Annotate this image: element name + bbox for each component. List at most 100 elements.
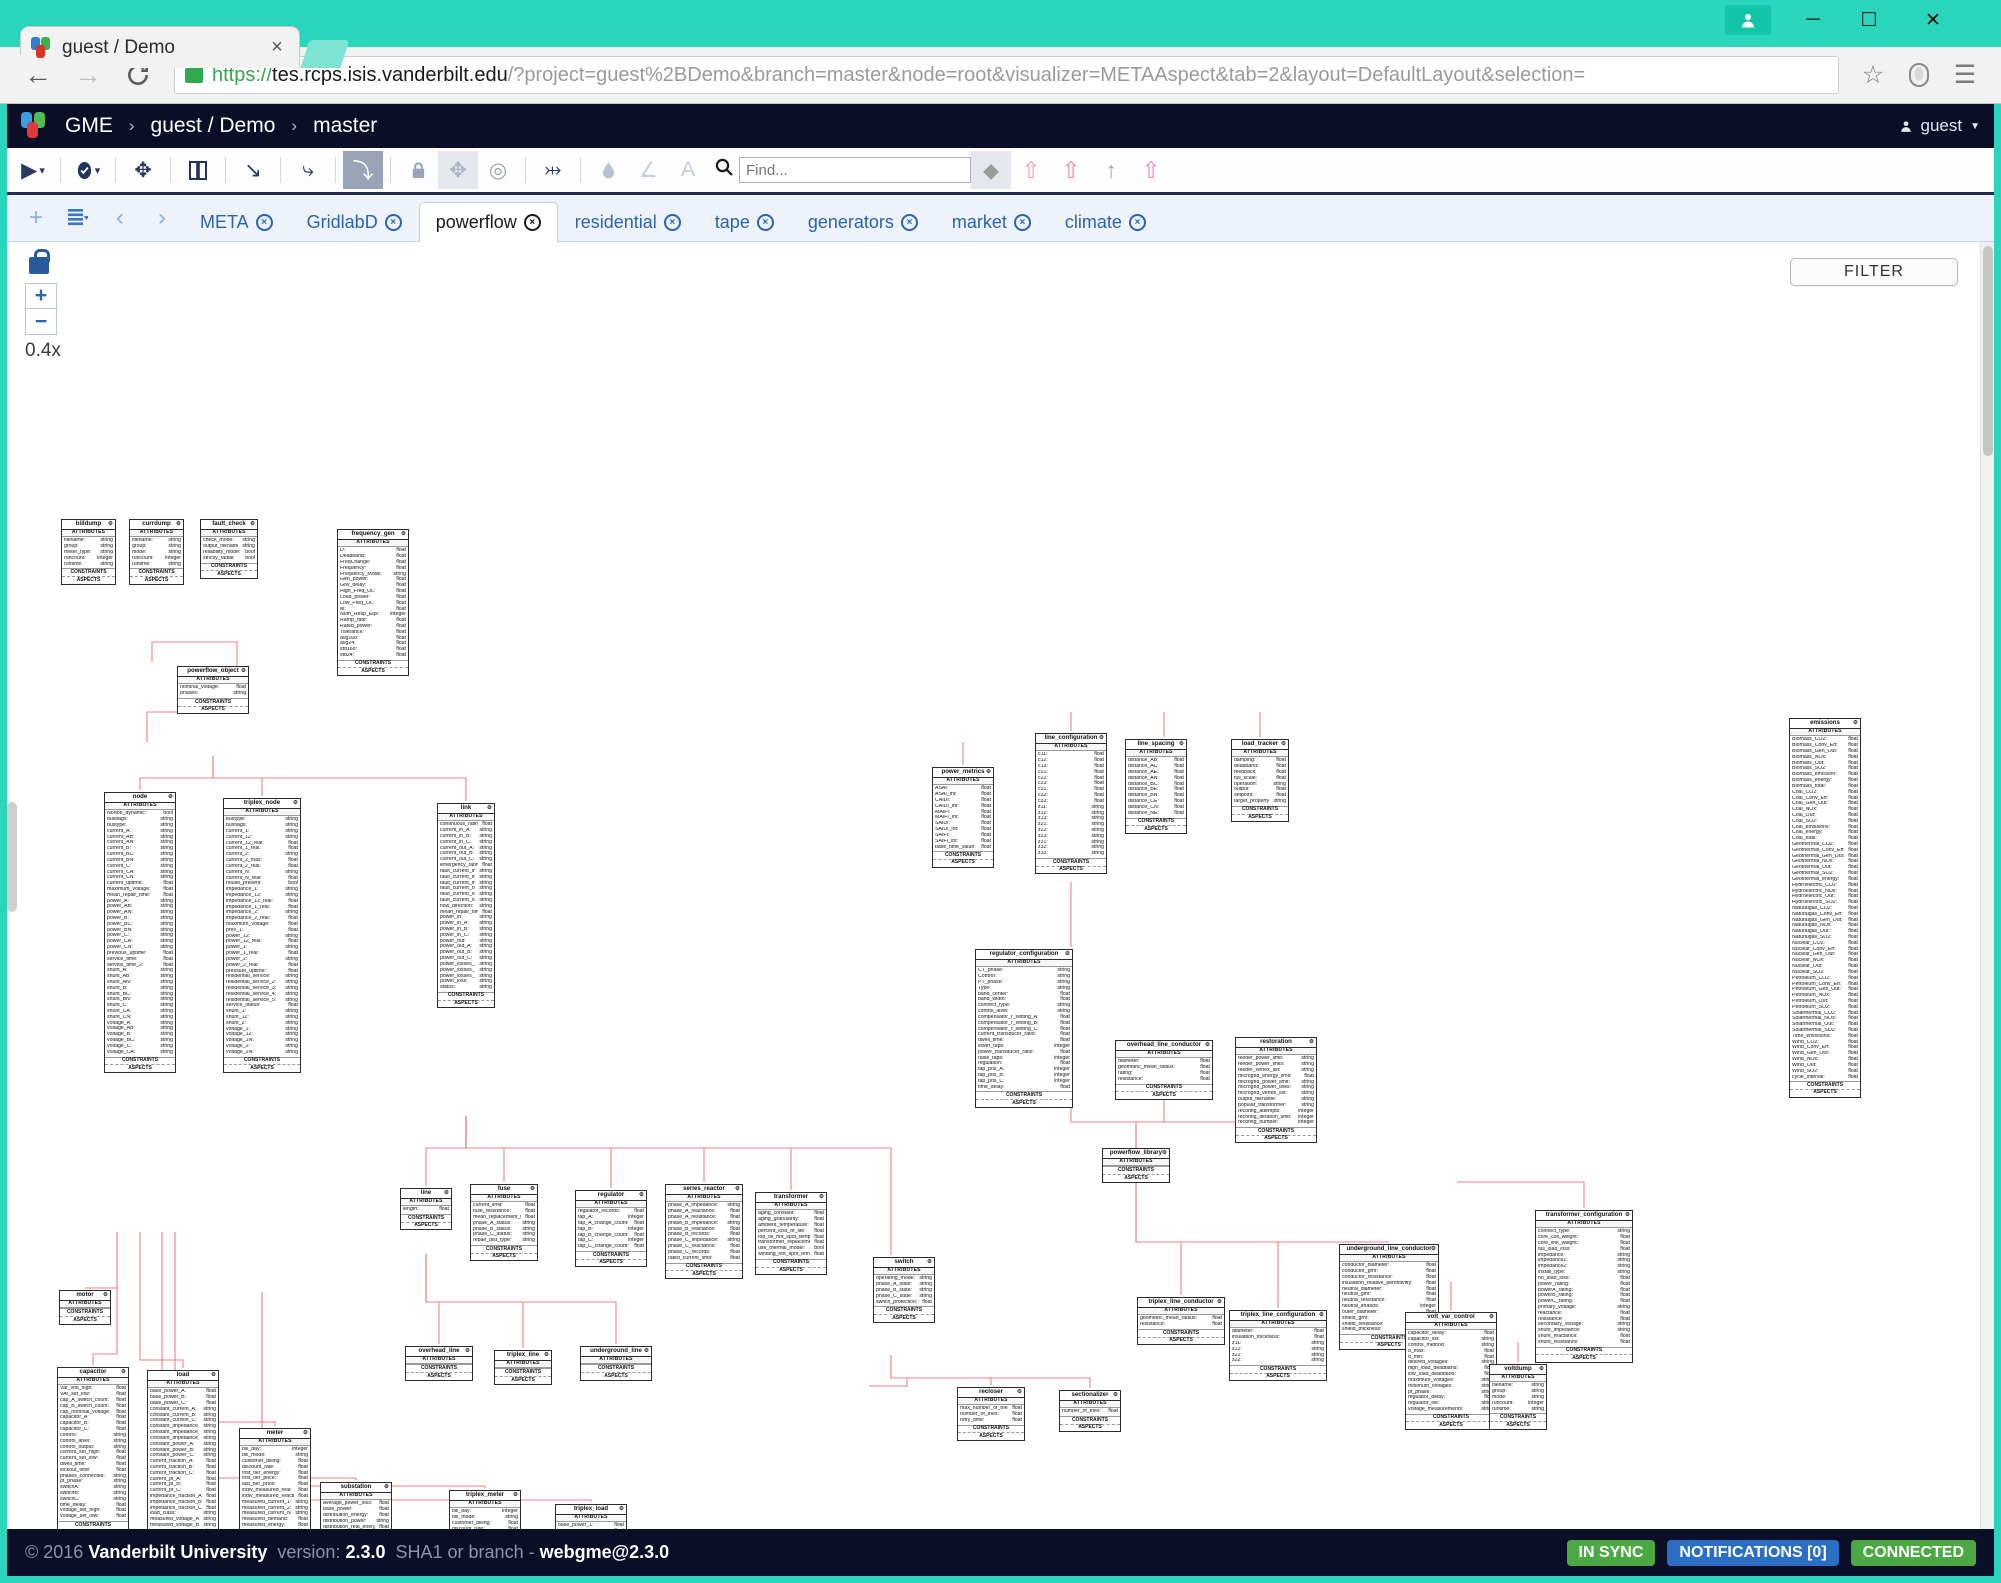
- tab-residential[interactable]: residential×: [558, 203, 698, 241]
- gear-icon[interactable]: ⚙: [250, 521, 255, 527]
- move-icon[interactable]: ✥: [438, 151, 478, 189]
- add-tab-button[interactable]: +: [15, 198, 57, 238]
- zoom-out-button[interactable]: −: [25, 309, 57, 335]
- model-box-volt_var_control[interactable]: volt_var_control⚙ATTRIBUTEScapacitor_del…: [1405, 1312, 1497, 1430]
- gear-icon[interactable]: ⚙: [1113, 1392, 1118, 1398]
- pin-red-outline-icon[interactable]: ⇧: [1011, 151, 1051, 189]
- status-badge-notifications-0[interactable]: NOTIFICATIONS [0]: [1667, 1540, 1838, 1566]
- border-color-icon[interactable]: ∠: [628, 151, 668, 189]
- gear-icon[interactable]: ⚙: [644, 1348, 649, 1354]
- tab-gridlabd[interactable]: GridlabD×: [290, 203, 419, 241]
- window-close-button[interactable]: ✕: [1905, 0, 1961, 40]
- gear-icon[interactable]: ⚙: [108, 521, 113, 527]
- tab-tape[interactable]: tape×: [698, 203, 791, 241]
- gear-icon[interactable]: ⚙: [1205, 1042, 1210, 1048]
- breadcrumb-branch[interactable]: master: [313, 114, 377, 138]
- model-box-regulator[interactable]: regulator⚙ATTRIBUTESregulator_records:fl…: [575, 1190, 647, 1267]
- model-box-regulator_configuration[interactable]: regulator_configuration⚙ATTRIBUTESCT_pha…: [975, 949, 1073, 1108]
- model-box-transformer[interactable]: transformer⚙ATTRIBUTESaging_constant:flo…: [755, 1192, 827, 1275]
- window-maximize-button[interactable]: ☐: [1841, 0, 1897, 40]
- status-badge-in-sync[interactable]: IN SYNC: [1567, 1540, 1656, 1566]
- model-box-triplex_line_configuration[interactable]: triplex_line_configuration⚙ATTRIBUTESdia…: [1229, 1310, 1327, 1381]
- gear-icon[interactable]: ⚙: [1162, 1150, 1167, 1156]
- gear-icon[interactable]: ⚙: [1065, 951, 1070, 957]
- gear-icon[interactable]: ⚙: [1431, 1246, 1436, 1252]
- model-box-load_tracker[interactable]: load_tracker⚙ATTRIBUTESdamping:floatdead…: [1231, 739, 1289, 822]
- gear-icon[interactable]: ⚙: [465, 1348, 470, 1354]
- tab-close-icon[interactable]: ×: [265, 36, 289, 59]
- visibility-icon[interactable]: ◎: [478, 151, 518, 189]
- pin-grey-icon[interactable]: ⬥: [971, 151, 1011, 189]
- search-input[interactable]: [739, 157, 971, 183]
- tab-close-icon[interactable]: ×: [1014, 214, 1031, 231]
- model-box-fault_check[interactable]: fault_check⚙ATTRIBUTEScheck_mode:stringo…: [200, 519, 258, 579]
- text-color-icon[interactable]: A: [668, 151, 708, 189]
- tab-generators[interactable]: generators×: [791, 203, 935, 241]
- model-box-transformer_configuration[interactable]: transformer_configuration⚙ATTRIBUTESconn…: [1535, 1210, 1633, 1363]
- model-box-triplex_line[interactable]: triplex_line⚙ATTRIBUTESCONSTRAINTSASPECT…: [494, 1350, 552, 1385]
- filter-button[interactable]: FILTER: [1790, 258, 1958, 286]
- gear-icon[interactable]: ⚙: [1853, 720, 1858, 726]
- canvas-vertical-scrollbar[interactable]: [1980, 242, 1994, 1529]
- model-box-sectionalizer[interactable]: sectionalizer⚙ATTRIBUTESnumber_of_tries:…: [1059, 1390, 1121, 1432]
- gear-icon[interactable]: ⚙: [487, 805, 492, 811]
- model-box-frequency_gen[interactable]: frequency_gen⚙ATTRIBUTESD:floatDeadband:…: [337, 529, 409, 676]
- prev-tab-button[interactable]: ‹: [99, 198, 141, 238]
- gear-icon[interactable]: ⚙: [1017, 1389, 1022, 1395]
- model-box-billdump[interactable]: billdump⚙ATTRIBUTESfilename:stringgroup:…: [61, 519, 116, 585]
- gear-icon[interactable]: ⚙: [639, 1192, 644, 1198]
- gear-icon[interactable]: ⚙: [1319, 1312, 1324, 1318]
- run-dropdown-button[interactable]: ▶▾: [13, 151, 53, 189]
- model-box-meter[interactable]: meter⚙ATTRIBUTESbill_day:integerbill_mod…: [239, 1428, 311, 1529]
- gear-icon[interactable]: ⚙: [1217, 1299, 1222, 1305]
- padlock-icon[interactable]: [29, 257, 49, 274]
- check-dropdown-button[interactable]: ▾: [68, 151, 108, 189]
- model-box-substation[interactable]: substation⚙ATTRIBUTESaverage_power_loss:…: [320, 1482, 392, 1529]
- tab-powerflow[interactable]: powerflow×: [419, 202, 558, 242]
- gear-icon[interactable]: ⚙: [1625, 1212, 1630, 1218]
- gear-icon[interactable]: ⚙: [513, 1492, 518, 1498]
- model-box-triplex_line_conductor[interactable]: triplex_line_conductor⚙ATTRIBUTESgeometr…: [1137, 1297, 1225, 1345]
- gear-icon[interactable]: ⚙: [1489, 1314, 1494, 1320]
- gear-icon[interactable]: ⚙: [444, 1190, 449, 1196]
- window-minimize-button[interactable]: ─: [1785, 0, 1841, 40]
- tab-close-icon[interactable]: ×: [385, 214, 402, 231]
- tab-close-icon[interactable]: ×: [524, 214, 541, 231]
- window-user-icon[interactable]: [1725, 5, 1771, 35]
- tab-list-button[interactable]: [57, 198, 99, 238]
- autolayout-icon[interactable]: ✥: [123, 151, 163, 189]
- pin-blue-icon[interactable]: ↑: [1091, 151, 1131, 189]
- gear-icon[interactable]: ⚙: [303, 1430, 308, 1436]
- pin-pink-icon[interactable]: ⇧: [1131, 151, 1171, 189]
- gear-icon[interactable]: ⚙: [103, 1292, 108, 1298]
- model-box-recloser[interactable]: recloser⚙ATTRIBUTESmax_number_of_tries:f…: [957, 1387, 1025, 1441]
- tab-close-icon[interactable]: ×: [757, 214, 774, 231]
- model-box-triplex_node[interactable]: triplex_node⚙ATTRIBUTESbustype:stringbus…: [223, 798, 301, 1073]
- tab-close-icon[interactable]: ×: [664, 214, 681, 231]
- model-box-motor[interactable]: motor⚙ATTRIBUTESCONSTRAINTSASPECTS: [59, 1290, 111, 1325]
- model-canvas[interactable]: + − 0.4x FILTER: [7, 242, 1994, 1529]
- gear-icon[interactable]: ⚙: [1179, 741, 1184, 747]
- model-box-powerflow_object[interactable]: powerflow_object⚙ATTRIBUTESnominal_volta…: [177, 666, 249, 714]
- line-connection-icon[interactable]: ↘: [233, 151, 273, 189]
- model-box-node[interactable]: node⚙ATTRIBUTESNorton_dynamic:boolbusfla…: [104, 792, 176, 1073]
- model-box-currdump[interactable]: currdump⚙ATTRIBUTESfilename:stringgroup:…: [129, 519, 184, 585]
- gear-icon[interactable]: ⚙: [384, 1484, 389, 1490]
- gear-icon[interactable]: ⚙: [619, 1506, 624, 1512]
- fill-color-icon[interactable]: [588, 151, 628, 189]
- browser-tab[interactable]: guest / Demo ×: [20, 26, 300, 68]
- model-box-underground_line[interactable]: underground_line⚙ATTRIBUTESCONSTRAINTSAS…: [580, 1346, 652, 1381]
- gear-icon[interactable]: ⚙: [293, 800, 298, 806]
- scrollbar-thumb[interactable]: [1983, 246, 1993, 456]
- model-box-voltdump[interactable]: voltdump⚙ATTRIBUTESfilename:stringgroup:…: [1489, 1364, 1547, 1430]
- gear-icon[interactable]: ⚙: [530, 1186, 535, 1192]
- menu-icon[interactable]: ☰: [1945, 55, 1985, 95]
- model-box-line_configuration[interactable]: line_configuration⚙ATTRIBUTESc11:floatc1…: [1035, 733, 1107, 874]
- model-box-line[interactable]: line⚙ATTRIBUTESlength:floatCONSTRAINTSAS…: [400, 1188, 452, 1230]
- model-box-link[interactable]: link⚙ATTRIBUTEScontinuous_rating:floatcu…: [437, 803, 495, 1008]
- model-box-capacitor[interactable]: capacitor⚙ATTRIBUTESVar_volt_high:floatV…: [57, 1367, 129, 1529]
- canvas-left-scroll-handle[interactable]: [7, 802, 17, 912]
- gear-icon[interactable]: ⚙: [927, 1259, 932, 1265]
- model-box-restoration[interactable]: restoration⚙ATTRIBUTESfeeder_power_limit…: [1235, 1037, 1317, 1143]
- tab-meta[interactable]: META×: [183, 203, 290, 241]
